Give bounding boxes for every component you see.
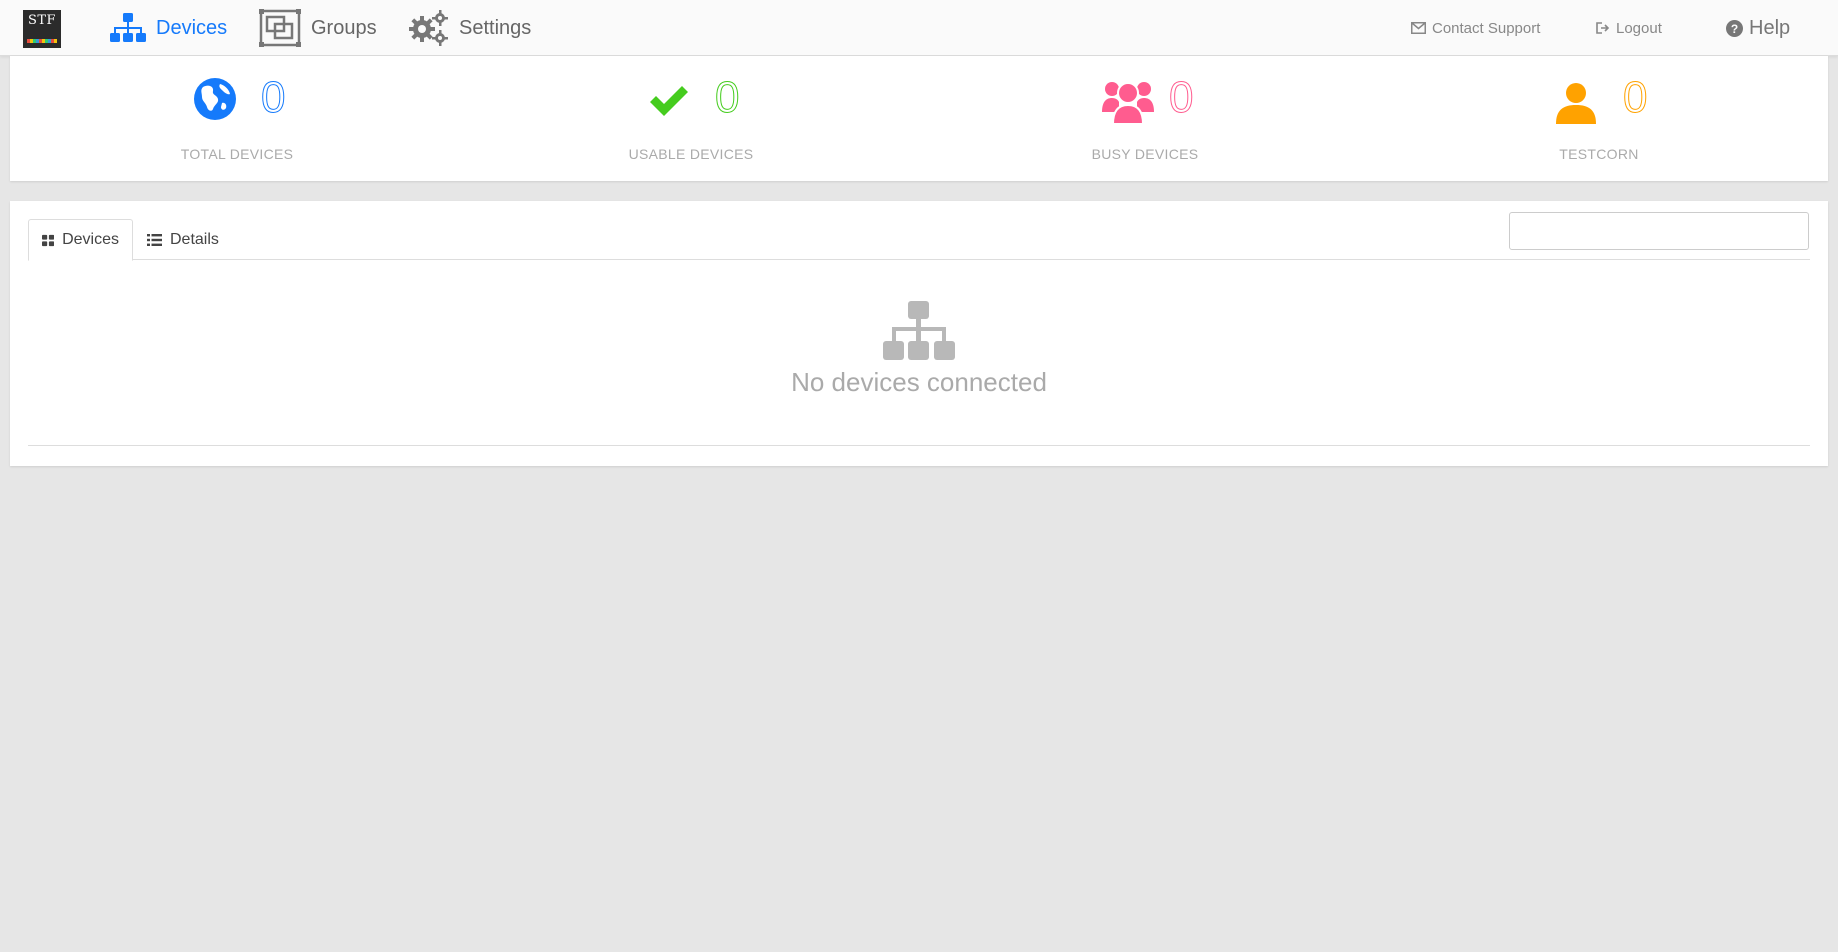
list-icon [147,233,162,246]
nav-devices-label: Devices [156,16,228,39]
top-navbar: STF Devices Groups Settings Contact Supp… [0,0,1838,56]
tab-devices-label: Devices [62,231,119,248]
logout-label: Logout [1616,19,1662,37]
nav-groups-label: Groups [311,16,377,39]
envelope-icon [1411,22,1426,34]
total-devices-label: TOTAL DEVICES [180,146,294,162]
logo-color-bar [27,39,57,43]
logout-link[interactable]: Logout [1596,0,1662,56]
users-icon [1102,82,1154,124]
globe-icon [194,78,236,120]
stat-total-devices: 0 TOTAL DEVICES [10,56,464,181]
stat-testcorn: 0 TESTCORN [1372,56,1826,181]
help-label: Help [1749,16,1791,39]
testcorn-count: 0 [1622,73,1648,123]
usable-devices-count: 0 [714,73,740,123]
sitemap-icon [883,301,955,360]
sign-out-icon [1596,22,1610,34]
contact-support-label: Contact Support [1432,19,1541,37]
nav-devices[interactable]: Devices [110,0,227,56]
th-large-icon [42,234,55,246]
busy-devices-label: BUSY DEVICES [1091,146,1199,162]
total-devices-count: 0 [260,73,286,123]
empty-state: No devices connected [10,301,1828,398]
stat-usable-devices: 0 USABLE DEVICES [464,56,918,181]
check-icon [650,86,688,116]
sitemap-icon [110,13,146,42]
nav-groups[interactable]: Groups [259,0,377,56]
usable-devices-label: USABLE DEVICES [628,146,754,162]
gears-icon [409,10,448,46]
tab-details-label: Details [170,230,219,248]
question-circle-icon: ? [1726,19,1743,37]
device-search-input[interactable] [1509,212,1809,250]
groups-icon [259,9,301,47]
user-icon [1556,83,1596,124]
busy-devices-count: 0 [1168,73,1194,123]
stat-busy-devices: 0 BUSY DEVICES [918,56,1372,181]
testcorn-label: TESTCORN [1559,146,1639,162]
tab-devices[interactable]: Devices [28,219,133,261]
logo-text: STF [27,13,57,28]
device-stats-panel: 0 TOTAL DEVICES 0 USABLE DEVICES 0 BUSY … [10,56,1828,181]
tab-details[interactable]: Details [134,219,232,260]
stf-logo[interactable]: STF [23,10,61,48]
help-link[interactable]: ? Help [1726,0,1790,56]
nav-settings[interactable]: Settings [409,0,531,56]
panel-divider [28,445,1810,446]
devices-list-panel: Devices Details No devices connected [10,201,1828,466]
nav-settings-label: Settings [459,16,532,39]
empty-message: No devices connected [791,367,1047,397]
svg-text:?: ? [1731,22,1738,36]
contact-support-link[interactable]: Contact Support [1411,0,1540,56]
